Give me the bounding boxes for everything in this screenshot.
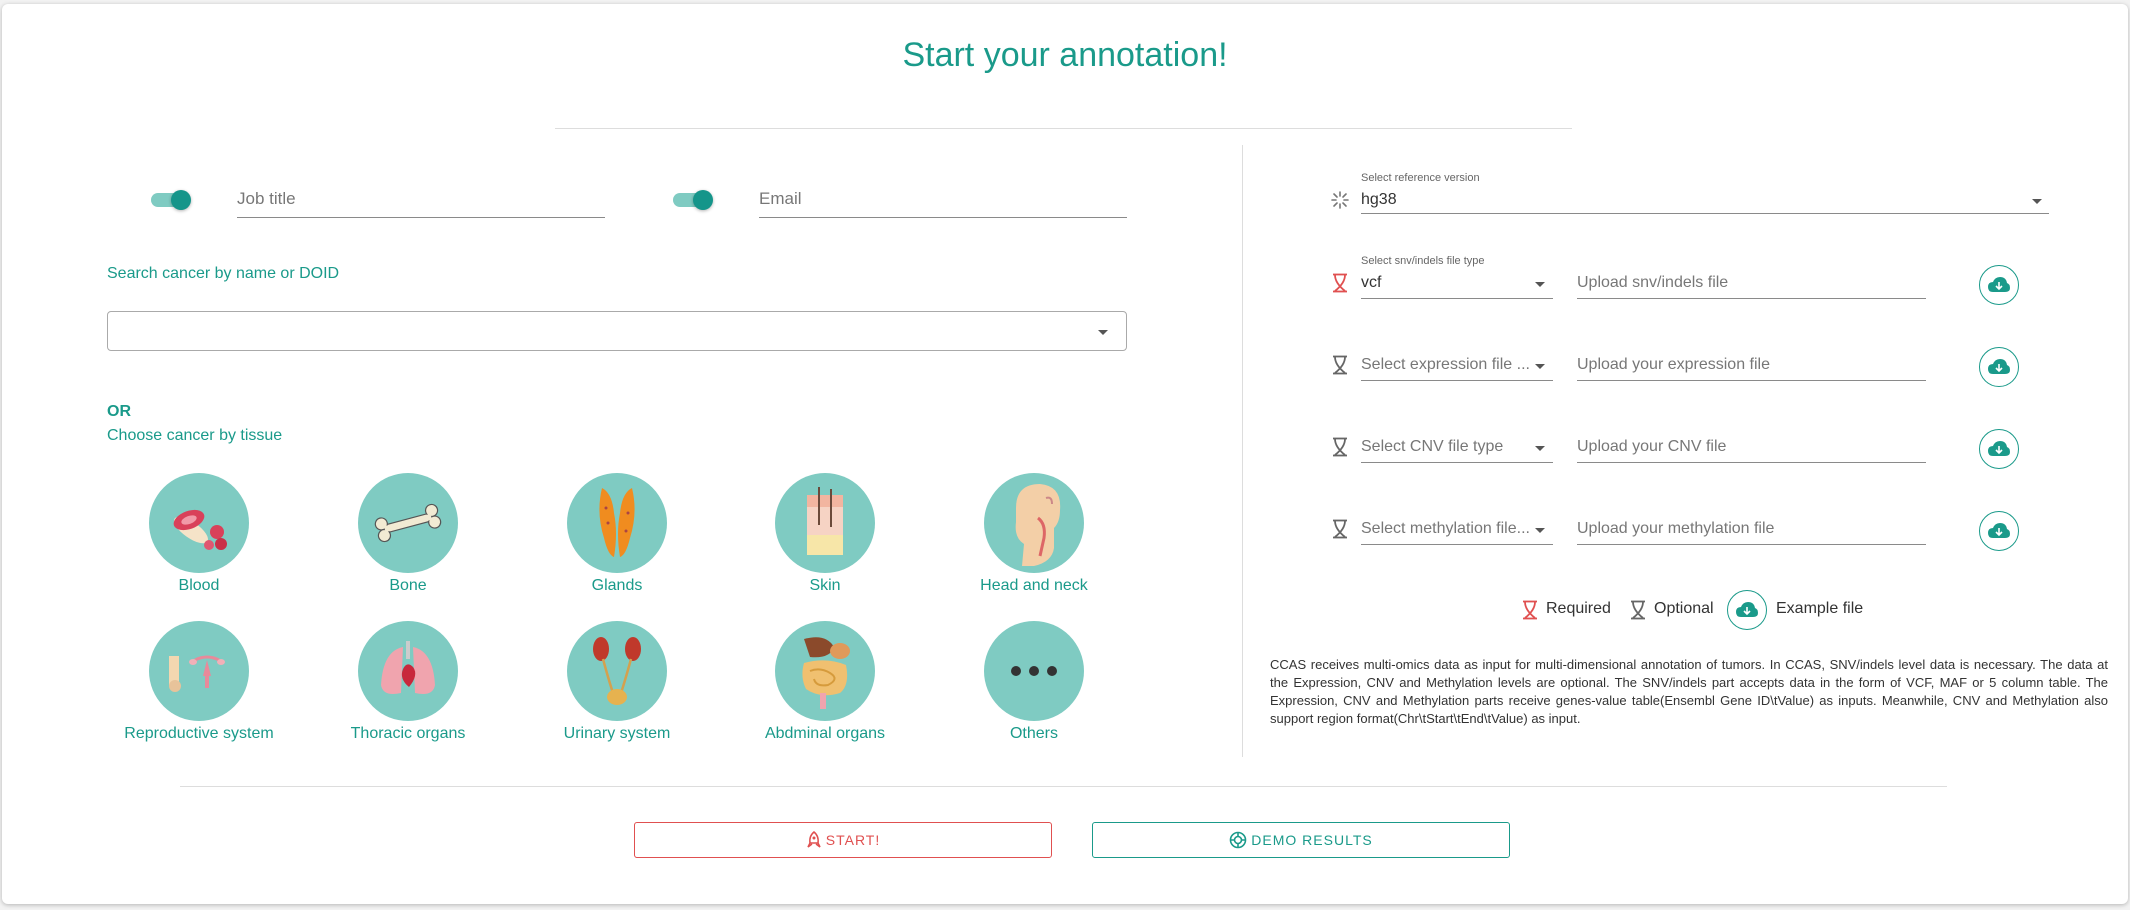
more-icon [984,621,1084,721]
glands-icon [567,473,667,573]
skin-icon [775,473,875,573]
reference-select[interactable] [1361,213,2049,214]
lungs-icon [358,621,458,721]
snv-type-value: vcf [1361,274,1382,291]
cloud-download-icon [1988,441,2010,456]
tissue-label-text: Thoracic organs [350,725,466,742]
optional-legend-icon [1629,600,1647,620]
description-text: CCAS receives multi-omics data as input … [1270,657,2108,726]
cnv-upload-placeholder: Upload your CNV file [1577,438,1727,455]
title-divider [555,128,1572,129]
blood-icon [149,473,249,573]
email-field[interactable]: Email [759,182,1127,218]
cloud-download-icon [1736,602,1758,617]
chevron-down-icon[interactable] [2032,199,2042,204]
optional-dna-icon [1331,355,1349,375]
bone-icon [358,473,458,573]
cancer-search-select[interactable] [107,311,1127,351]
snv-upload-placeholder: Upload snv/indels file [1577,274,1729,291]
methylation-type-placeholder: Select methylation file... [1361,520,1530,537]
kidney-icon [567,621,667,721]
optional-dna-icon [1331,437,1349,457]
cloud-download-icon [1988,523,2010,538]
intestine-icon [775,621,875,721]
rocket-icon [807,831,821,848]
required-dna-icon [1331,273,1349,293]
tissue-head-and-neck[interactable]: Head and neck [929,473,1139,595]
tissue-label-text: Head and neck [980,577,1088,594]
chevron-down-icon[interactable] [1535,446,1545,451]
cnv-upload-button[interactable] [1979,429,2019,469]
tissue-label-text: Skin [809,577,841,594]
tissue-label-text: Abdminal organs [764,725,886,742]
email-toggle[interactable] [673,190,713,210]
tissue-glands[interactable]: Glands [512,473,722,595]
chevron-down-icon[interactable] [1535,282,1545,287]
cnv-type-placeholder: Select CNV file type [1361,438,1504,455]
example-file-button[interactable] [1727,590,1767,630]
expression-type-placeholder: Select expression file ... [1361,356,1530,373]
legend-example: Example file [1776,600,1864,617]
bottom-divider [180,786,1947,787]
legend-required: Required [1546,600,1611,617]
demo-results-button-label: DEMO RESULTS [1251,832,1373,848]
reference-value: hg38 [1361,191,1397,208]
tissue-blood[interactable]: Blood [94,473,304,595]
tissue-label-text: Blood [178,577,220,594]
snv-type-label: Select snv/indels file type [1361,255,1485,267]
legend-optional: Optional [1654,600,1714,617]
tissue-urinary-system[interactable]: Urinary system [512,621,722,743]
expression-upload-placeholder: Upload your expression file [1577,356,1770,373]
snv-upload-button[interactable] [1979,265,2019,305]
lifebuoy-icon [1229,831,1247,849]
tissue-reproductive-system[interactable]: Reproductive system [94,621,304,743]
methylation-upload-placeholder: Upload your methylation file [1577,520,1775,537]
cloud-download-icon [1988,359,2010,374]
tissue-others[interactable]: Others [929,621,1139,743]
head-icon [984,473,1084,573]
job-title-field[interactable]: Job title [237,182,605,218]
methylation-upload-field[interactable] [1577,544,1926,545]
email-placeholder: Email [759,189,802,208]
cloud-download-icon [1988,277,2010,292]
reproductive-icon [149,621,249,721]
tissue-label-text: Reproductive system [124,725,274,742]
search-label: Search cancer by name or DOID [107,265,340,282]
methylation-upload-button[interactable] [1979,511,2019,551]
job-title-placeholder: Job title [237,189,296,208]
chevron-down-icon[interactable] [1535,364,1545,369]
start-button[interactable]: START! [634,822,1052,858]
page-title: Start your annotation! [902,36,1228,74]
job-title-toggle[interactable] [151,190,191,210]
cnv-upload-field[interactable] [1577,462,1926,463]
chevron-down-icon [1098,330,1108,335]
snv-type-select[interactable] [1361,298,1553,299]
methylation-type-select[interactable] [1361,544,1553,545]
tissue-label-text: Glands [591,577,643,594]
tissue-skin[interactable]: Skin [720,473,930,595]
expression-upload-button[interactable] [1979,347,2019,387]
tissue-abdominal-organs[interactable]: Abdminal organs [720,621,930,743]
or-label: OR [107,403,131,420]
expression-upload-field[interactable] [1577,380,1926,381]
tissue-label: Choose cancer by tissue [107,427,283,444]
optional-dna-icon [1331,519,1349,539]
reference-label: Select reference version [1361,172,1480,184]
tissue-label-text: Others [1009,725,1058,742]
tissue-thoracic-organs[interactable]: Thoracic organs [303,621,513,743]
snv-upload-field[interactable] [1577,298,1926,299]
demo-results-button[interactable]: DEMO RESULTS [1092,822,1510,858]
expression-type-select[interactable] [1361,380,1553,381]
cnv-type-select[interactable] [1361,462,1553,463]
column-divider [1242,145,1243,757]
start-button-label: START! [825,832,881,848]
tissue-bone[interactable]: Bone [303,473,513,595]
required-legend-icon [1521,600,1539,620]
tissue-label-text: Bone [389,577,427,594]
chevron-down-icon[interactable] [1535,528,1545,533]
tissue-label-text: Urinary system [563,725,671,742]
loading-icon [1330,190,1349,210]
